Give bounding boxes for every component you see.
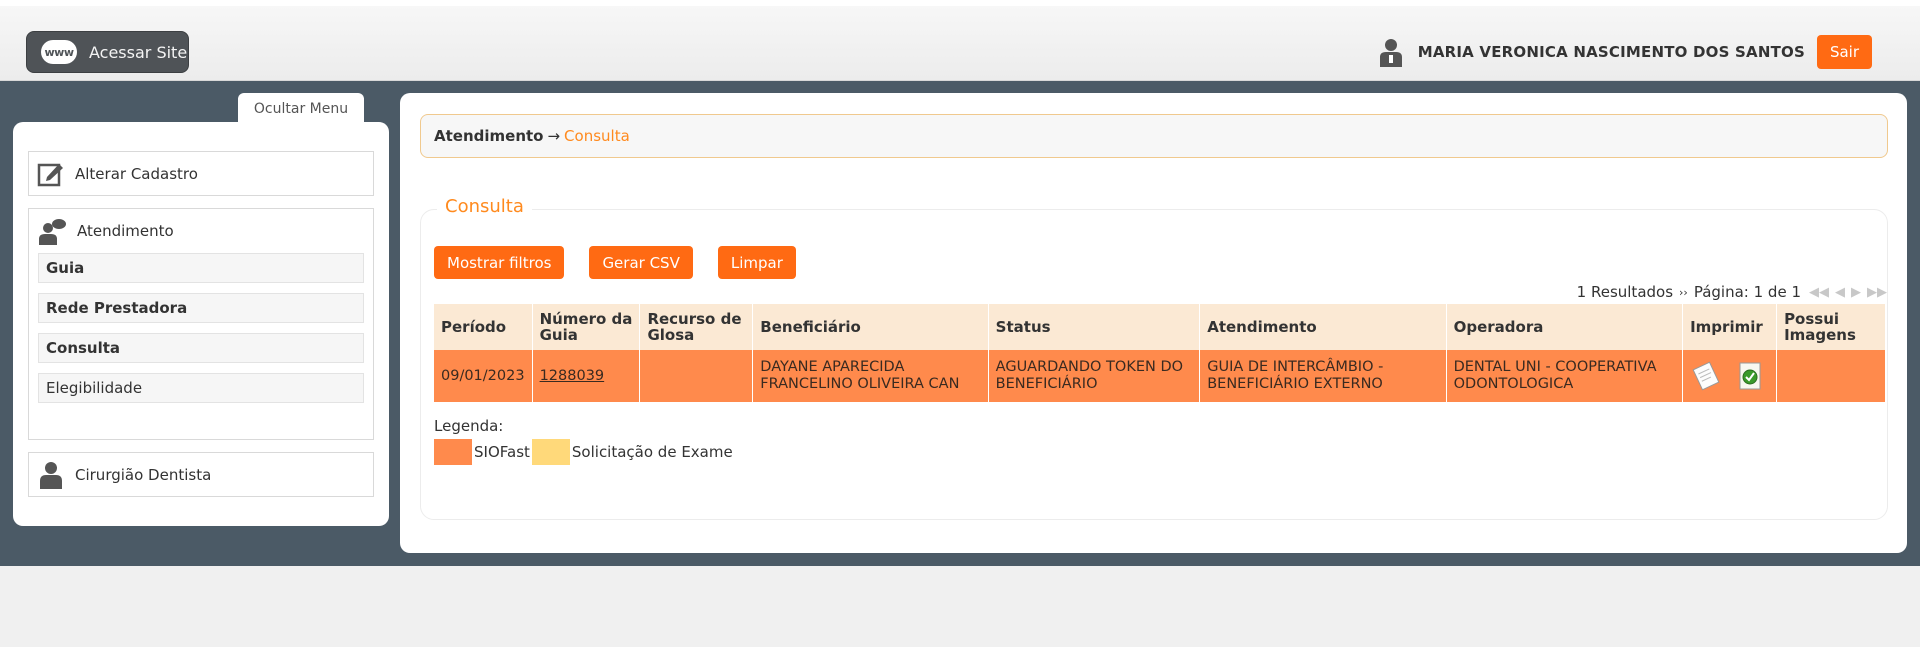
action-buttons: Mostrar filtros Gerar CSV Limpar [434,246,796,279]
panel-title: Consulta [437,196,532,217]
access-site-button[interactable]: www Acessar Site [26,31,189,73]
cell-possui-imagens [1776,350,1886,402]
sidebar-item-alterar-cadastro[interactable]: Alterar Cadastro [28,151,374,196]
pager: 1 Resultados ›› Página: 1 de 1 ◀◀ ◀ ▶ ▶▶ [1577,283,1887,301]
prev-page-icon[interactable]: ◀ [1835,285,1845,300]
cell-imprimir [1682,350,1778,402]
col-recurso-glosa[interactable]: Recurso de Glosa [639,304,754,350]
sidebar-item-label: Alterar Cadastro [75,165,198,183]
cell-operadora: DENTAL UNI - COOPERATIVA ODONTOLOGICA [1446,350,1684,402]
table-row[interactable]: 09/01/2023 1288039 DAYANE APARECIDA FRAN… [434,350,1886,402]
breadcrumb-arrow: → [547,127,561,145]
col-imprimir: Imprimir [1682,304,1778,350]
breadcrumb-current: Consulta [564,127,630,145]
sidebar-subitem-consulta[interactable]: Consulta [38,333,364,363]
footer-area [0,566,1920,647]
legend-label-siofast: SIOFast [474,443,530,461]
next-page-icon[interactable]: ▶ [1851,285,1861,300]
col-operadora[interactable]: Operadora [1446,304,1684,350]
print-approved-icon[interactable] [1736,361,1764,391]
cell-recurso-glosa [639,350,754,402]
print-document-icon[interactable] [1690,361,1722,391]
user-name: MARIA VERONICA NASCIMENTO DOS SANTOS [1417,43,1805,61]
main-panel: Atendimento → Consulta Consulta Mostrar fi… [400,93,1907,553]
col-status[interactable]: Status [988,304,1201,350]
cell-status: AGUARDANDO TOKEN DO BENEFICIÁRIO [988,350,1201,402]
col-numero-guia[interactable]: Número da Guia [532,304,641,350]
sidebar-item-label: Cirurgião Dentista [75,466,212,484]
legend-title: Legenda: [434,417,504,435]
col-periodo[interactable]: Período [434,304,533,350]
hide-menu-tab[interactable]: Ocultar Menu [238,93,364,125]
atendimento-icon [39,219,66,245]
col-atendimento[interactable]: Atendimento [1199,304,1447,350]
col-beneficiario[interactable]: Beneficiário [752,304,989,350]
cell-numero-guia: 1288039 [532,350,641,402]
sidebar-subitem-elegibilidade[interactable]: Elegibilidade [38,373,364,403]
breadcrumb: Atendimento → Consulta [420,114,1888,158]
clear-button[interactable]: Limpar [717,246,796,279]
legend-label-exame: Solicitação de Exame [571,443,733,461]
access-site-label: Acessar Site [89,42,188,62]
table-header-row: Período Número da Guia Recurso de Glosa … [434,304,1886,350]
legend-swatch-exame [531,439,570,465]
cell-atendimento: GUIA DE INTERCÂMBIO - BENEFICIÁRIO EXTER… [1199,350,1447,402]
sidebar-group-atendimento: Atendimento Guia Rede Prestadora Consult… [28,208,374,440]
last-page-icon[interactable]: ▶▶ [1867,285,1887,300]
sidebar-item-label: Atendimento [77,222,174,240]
www-icon: www [41,40,77,64]
consulta-fieldset: Consulta Mostrar filtros Gerar CSV Limpa… [420,196,1888,520]
sidebar-subitem-rede-prestadora[interactable]: Rede Prestadora [38,293,364,323]
first-page-icon[interactable]: ◀◀ [1809,285,1829,300]
edit-icon [37,163,63,187]
user-area: MARIA VERONICA NASCIMENTO DOS SANTOS Sai… [1378,35,1872,69]
sidebar-subitem-guia[interactable]: Guia [38,253,364,283]
results-count: 1 Resultados [1576,283,1674,301]
cell-periodo: 09/01/2023 [434,350,533,402]
dentist-icon [40,462,62,489]
logout-button[interactable]: Sair [1817,35,1872,69]
page-indicator: Página: 1 de 1 [1693,283,1801,301]
top-header: www Acessar Site MARIA VERONICA NASCIMEN… [0,0,1920,81]
pager-separator-icon: ›› [1679,285,1688,299]
cell-beneficiario: DAYANE APARECIDA FRANCELINO OLIVEIRA CAN [752,350,989,402]
results-table: Período Número da Guia Recurso de Glosa … [434,304,1886,402]
sidebar-item-atendimento[interactable]: Atendimento [29,209,373,253]
breadcrumb-root[interactable]: Atendimento [434,127,543,145]
show-filters-button[interactable]: Mostrar filtros [434,246,565,279]
guia-link[interactable]: 1288039 [540,368,605,384]
generate-csv-button[interactable]: Gerar CSV [589,246,693,279]
legend-swatch-siofast [434,439,472,465]
col-possui-imagens: Possui Imagens [1776,304,1886,350]
sidebar: Alterar Cadastro Atendimento Guia Rede P… [13,122,389,526]
legend: Legenda: SIOFast Solicitação de Exame [434,417,735,465]
user-icon [1379,39,1402,67]
sidebar-item-cirurgiao-dentista[interactable]: Cirurgião Dentista [28,452,374,497]
